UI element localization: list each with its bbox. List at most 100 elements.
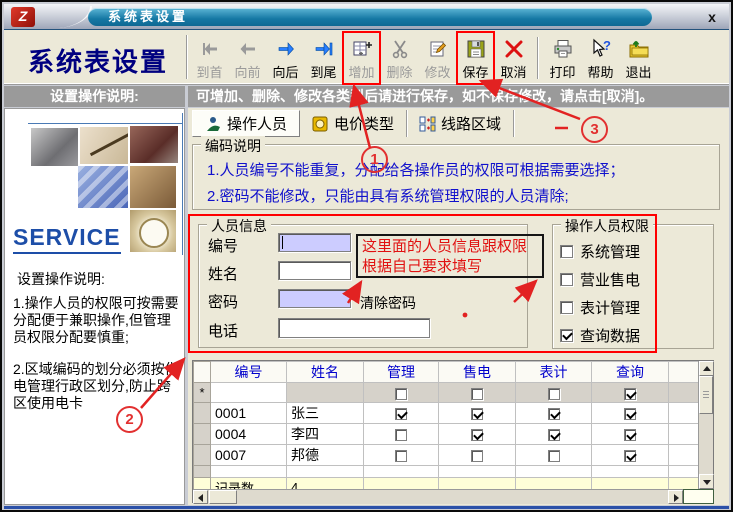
cell-perm-sales[interactable] [439, 424, 516, 445]
cell-perm-sales[interactable] [439, 403, 516, 424]
checkbox-meter-admin[interactable]: 表计管理 [560, 297, 640, 318]
goto-last-button[interactable]: 到尾 [306, 33, 341, 83]
row-selector[interactable] [194, 445, 211, 466]
tab-line-areas[interactable]: 线路区域 [407, 110, 514, 137]
cell-perm-admin[interactable] [364, 403, 439, 424]
cell-name[interactable]: 张三 [287, 403, 364, 424]
help-button[interactable]: ? 帮助 [583, 33, 618, 83]
print-button[interactable]: 打印 [545, 33, 580, 83]
checkbox-system-admin[interactable]: 系统管理 [560, 241, 640, 262]
row-selector[interactable] [194, 403, 211, 424]
checkbox[interactable] [548, 429, 560, 441]
checkbox-label: 表计管理 [580, 297, 640, 318]
cell-perm-query[interactable] [592, 403, 669, 424]
checkbox[interactable] [624, 429, 636, 441]
checkbox[interactable] [395, 408, 407, 420]
scroll-right-button[interactable] [668, 490, 683, 504]
checkbox[interactable] [560, 273, 573, 286]
window-title: 系统表设置 [88, 8, 652, 26]
modify-button[interactable]: 修改 [420, 33, 455, 83]
checkbox[interactable] [560, 245, 573, 258]
column-header[interactable]: 姓名 [287, 362, 364, 383]
checkbox[interactable] [395, 450, 407, 462]
cell-id[interactable]: 0004 [211, 424, 287, 445]
checkbox-sales[interactable]: 营业售电 [560, 269, 640, 290]
cell-perm-query[interactable] [592, 424, 669, 445]
grid-row[interactable]: 0004 李四 [194, 424, 700, 445]
cell-perm-sales[interactable] [439, 445, 516, 466]
checkbox[interactable] [548, 408, 560, 420]
grid-row[interactable]: 0007 邦德 [194, 445, 700, 466]
checkbox[interactable] [548, 388, 560, 400]
exit-button[interactable]: 退出 [621, 33, 656, 83]
cell-perm-meter[interactable] [516, 383, 592, 403]
cell-perm-admin[interactable] [364, 445, 439, 466]
scroll-left-button[interactable] [193, 490, 208, 504]
cell-id[interactable]: 0007 [211, 445, 287, 466]
checkbox[interactable] [471, 408, 483, 420]
checkbox[interactable] [471, 388, 483, 400]
horizontal-scroll-thumb[interactable] [209, 490, 237, 504]
delete-button[interactable]: 删除 [382, 33, 417, 83]
cell-perm-meter[interactable] [516, 445, 592, 466]
row-selector[interactable]: * [194, 383, 211, 403]
checkbox[interactable] [624, 450, 636, 462]
grid-empty-row [194, 466, 700, 478]
column-header[interactable]: 管理 [364, 362, 439, 383]
checkbox-query-data[interactable]: 查询数据 [560, 325, 640, 346]
cell-perm-meter[interactable] [516, 403, 592, 424]
id-field[interactable] [278, 233, 351, 252]
tab-bar: 操作人员 电价类型 线路区域 [192, 110, 514, 137]
checkbox[interactable] [471, 429, 483, 441]
grid-row[interactable]: 0001 张三 [194, 403, 700, 424]
tab-operators[interactable]: 操作人员 [192, 110, 300, 137]
save-icon [465, 38, 487, 60]
checkbox[interactable] [624, 408, 636, 420]
column-header[interactable]: 售电 [439, 362, 516, 383]
checkbox[interactable] [624, 388, 636, 400]
next-button[interactable]: 向后 [268, 33, 303, 83]
cell-perm-meter[interactable] [516, 424, 592, 445]
cell-name[interactable] [287, 383, 364, 403]
checkbox[interactable] [548, 450, 560, 462]
password-field[interactable] [278, 289, 351, 308]
checkbox[interactable] [395, 388, 407, 400]
save-button[interactable]: 保存 [458, 33, 493, 83]
horizontal-scrollbar[interactable] [193, 489, 683, 504]
column-header[interactable]: 查询 [592, 362, 669, 383]
cell-name[interactable]: 邦德 [287, 445, 364, 466]
scroll-up-button[interactable] [699, 361, 714, 376]
add-button[interactable]: 增加 [344, 33, 379, 83]
sidebar: SERVICE 设置操作说明: 1.操作人员的权限可按需要分配便于兼职操作,但管… [4, 108, 185, 505]
name-field[interactable] [278, 261, 351, 280]
cell-id[interactable]: 0001 [211, 403, 287, 424]
checkbox[interactable] [471, 450, 483, 462]
next-icon [275, 38, 297, 60]
checkbox[interactable] [560, 329, 573, 342]
cell-id[interactable] [211, 383, 287, 403]
scroll-down-button[interactable] [699, 474, 714, 489]
print-icon [552, 38, 574, 60]
row-selector[interactable] [194, 424, 211, 445]
cell-perm-query[interactable] [592, 383, 669, 403]
cancel-button[interactable]: 取消 [496, 33, 531, 83]
column-header[interactable]: 编号 [211, 362, 287, 383]
checkbox[interactable] [395, 429, 407, 441]
grid-new-row[interactable]: * [194, 383, 700, 403]
clear-password-label: 清除密码 [360, 293, 416, 313]
vertical-scrollbar[interactable] [698, 361, 713, 489]
phone-field[interactable] [278, 318, 430, 338]
tab-price-types[interactable]: 电价类型 [300, 110, 407, 137]
cell-perm-sales[interactable] [439, 383, 516, 403]
previous-button[interactable]: 向前 [230, 33, 265, 83]
vertical-scroll-thumb[interactable] [699, 376, 713, 414]
group-title: 人员信息 [207, 216, 271, 236]
cell-perm-query[interactable] [592, 445, 669, 466]
checkbox[interactable] [560, 301, 573, 314]
cell-perm-admin[interactable] [364, 424, 439, 445]
column-header[interactable]: 表计 [516, 362, 592, 383]
cell-perm-admin[interactable] [364, 383, 439, 403]
cell-name[interactable]: 李四 [287, 424, 364, 445]
goto-first-button[interactable]: 到首 [192, 33, 227, 83]
close-button[interactable]: x [703, 8, 721, 26]
